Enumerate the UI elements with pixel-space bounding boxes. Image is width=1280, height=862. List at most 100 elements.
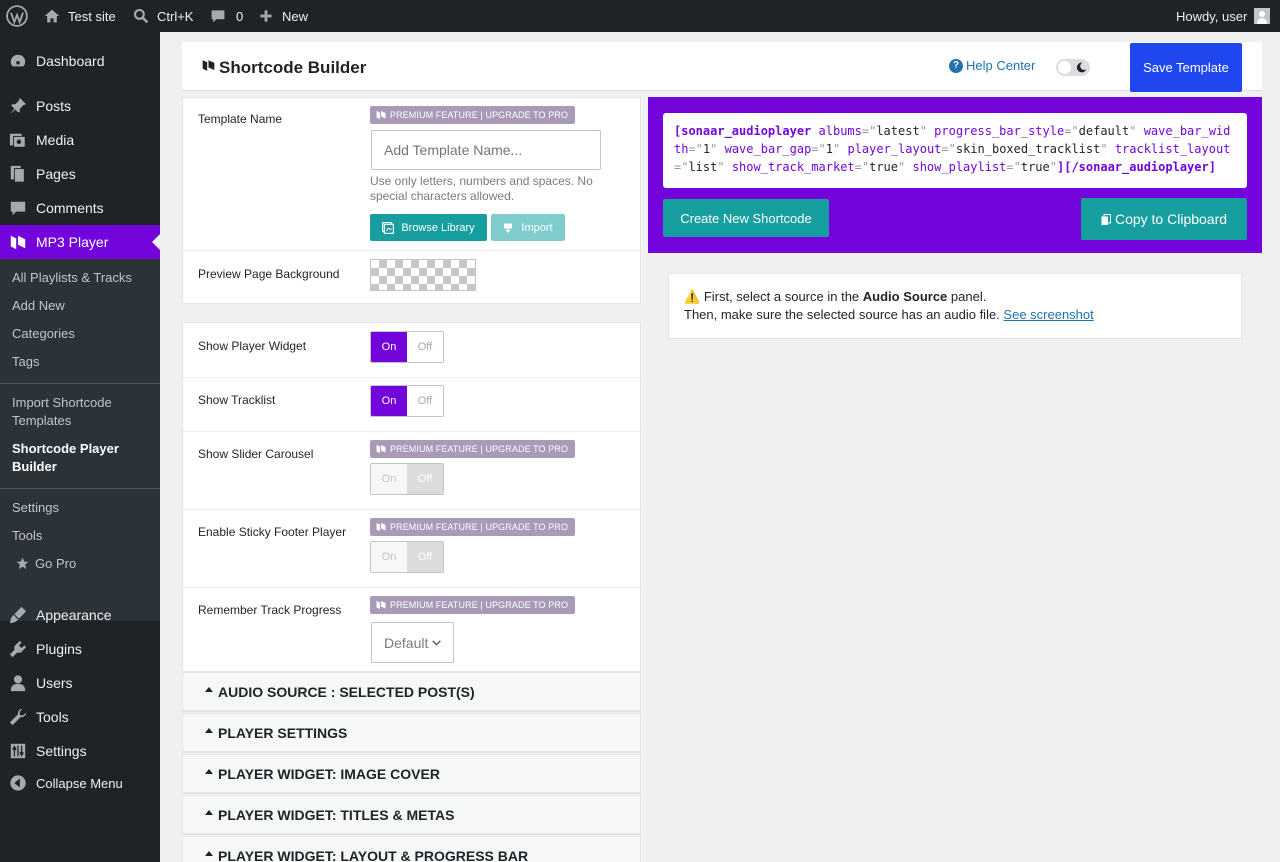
accordion-image-cover[interactable]: PLAYER WIDGET: IMAGE COVER: [182, 754, 641, 794]
caret-up-icon: [205, 728, 213, 733]
sidebar-item-label: MP3 Player: [36, 234, 109, 250]
accordion-player-settings[interactable]: PLAYER SETTINGS: [182, 713, 641, 753]
copy-to-clipboard-button[interactable]: Copy to Clipboard: [1081, 198, 1247, 240]
wordpress-logo-icon[interactable]: [6, 0, 28, 32]
submenu-tags[interactable]: Tags: [12, 353, 152, 371]
toggle-off[interactable]: Off: [407, 542, 443, 572]
toggle-off[interactable]: Off: [407, 386, 443, 416]
row-divider: [183, 509, 641, 510]
shortcode-attr-value: default: [1078, 124, 1130, 138]
accordion-layout-progress[interactable]: PLAYER WIDGET: LAYOUT & PROGRESS BAR: [182, 836, 641, 862]
collapse-icon: [9, 774, 27, 792]
template-name-input[interactable]: [371, 130, 601, 170]
accordion-titles-metas[interactable]: PLAYER WIDGET: TITLES & METAS: [182, 795, 641, 835]
sidebar-item-label: Posts: [36, 98, 72, 114]
submenu-shortcode-builder[interactable]: Shortcode Player Builder: [12, 440, 132, 476]
sonaar-logo-icon: [376, 111, 386, 119]
toggle-on[interactable]: On: [371, 332, 407, 362]
shortcode-quote: =": [1006, 160, 1021, 174]
shortcode-attr-name: show_track_market: [731, 160, 855, 174]
accordion-audio-source[interactable]: AUDIO SOURCE : SELECTED POST(S): [182, 672, 641, 712]
my-account[interactable]: Howdy, user: [1176, 0, 1271, 32]
admin-bar: Test site Ctrl+K 0 New Howdy, user: [0, 0, 1280, 32]
shortcode-attr-value: latest: [876, 124, 920, 138]
sidebar-item-tools[interactable]: Tools: [0, 700, 160, 734]
submenu-tools[interactable]: Tools: [12, 527, 152, 545]
accordion-title: PLAYER WIDGET: TITLES & METAS: [218, 806, 455, 823]
new-content-link[interactable]: New: [259, 0, 308, 32]
premium-badge[interactable]: PREMIUM FEATURE | UPGRADE TO PRO: [370, 106, 576, 124]
show-slider-carousel-toggle[interactable]: On Off: [370, 463, 444, 495]
browse-library-button[interactable]: Browse Library: [370, 214, 487, 241]
shortcode-quote: ": [919, 124, 927, 138]
sidebar-item-posts[interactable]: Posts: [0, 89, 160, 123]
background-color-picker[interactable]: [370, 259, 476, 291]
search-shortcut-label: Ctrl+K: [157, 8, 194, 24]
new-label: New: [282, 8, 309, 24]
sidebar-item-comments[interactable]: Comments: [0, 191, 160, 225]
comments-count: 0: [236, 8, 244, 24]
preview-bg-label: Preview Page Background: [198, 267, 340, 281]
submenu-all-playlists[interactable]: All Playlists & Tracks: [12, 269, 152, 287]
sonaar-logo-icon: [202, 60, 215, 71]
premium-badge[interactable]: PREMIUM FEATURE | UPGRADE TO PRO: [370, 596, 576, 614]
see-screenshot-link[interactable]: See screenshot: [1003, 307, 1093, 322]
sidebar-item-users[interactable]: Users: [0, 666, 160, 700]
toggle-on[interactable]: On: [371, 542, 407, 572]
comments-link[interactable]: 0: [210, 0, 243, 32]
sidebar-item-plugins[interactable]: Plugins: [0, 632, 160, 666]
sidebar-item-settings[interactable]: Settings: [0, 734, 160, 768]
sonaar-logo-icon: [376, 523, 386, 531]
sidebar-item-mp3-player[interactable]: MP3 Player: [0, 225, 160, 259]
sidebar-item-dashboard[interactable]: Dashboard: [0, 44, 160, 78]
toggle-off[interactable]: Off: [407, 464, 443, 494]
shortcode-tag-open: [sonaar_audioplayer: [674, 124, 812, 138]
import-button[interactable]: Import: [491, 214, 565, 241]
shortcode-attr-name: tracklist_layout: [1114, 142, 1231, 156]
show-player-widget-toggle[interactable]: On Off: [370, 331, 444, 363]
sidebar-item-pages[interactable]: Pages: [0, 157, 160, 191]
toggle-off[interactable]: Off: [407, 332, 443, 362]
submenu-import-templates[interactable]: Import Shortcode Templates: [12, 394, 132, 430]
sticky-footer-toggle[interactable]: On Off: [370, 541, 444, 573]
caret-up-icon: [205, 851, 213, 856]
shortcode-text[interactable]: [sonaar_audioplayer albums="latest" prog…: [663, 113, 1247, 188]
library-icon: [382, 221, 395, 234]
sidebar-item-label: Settings: [36, 743, 87, 759]
brush-icon: [9, 606, 27, 624]
shortcode-attr-name: albums: [818, 124, 862, 138]
site-name-link[interactable]: Test site: [44, 0, 116, 32]
sidebar-item-label: Comments: [36, 200, 104, 216]
submenu-go-pro[interactable]: Go Pro: [12, 555, 152, 573]
caret-up-icon: [205, 810, 213, 815]
shortcode-quote: ": [1100, 142, 1108, 156]
mp3-player-icon: [9, 233, 27, 251]
toggle-on[interactable]: On: [371, 386, 407, 416]
shortcode-attr-name: player_layout: [847, 142, 942, 156]
help-center-link[interactable]: ? Help Center: [949, 58, 1035, 73]
accordion-title: PLAYER WIDGET: IMAGE COVER: [218, 765, 440, 782]
create-new-shortcode-button[interactable]: Create New Shortcode: [663, 199, 829, 237]
submenu-categories[interactable]: Categories: [12, 325, 152, 343]
collapse-menu-button[interactable]: Collapse Menu: [0, 766, 160, 800]
premium-badge[interactable]: PREMIUM FEATURE | UPGRADE TO PRO: [370, 440, 576, 458]
remember-progress-select[interactable]: Default: [371, 622, 454, 663]
wrench-icon: [9, 708, 27, 726]
template-name-hint: Use only letters, numbers and spaces. No…: [370, 174, 593, 203]
shortcode-attr-value: list: [688, 160, 718, 174]
shortcode-quote: ": [717, 160, 725, 174]
submenu-add-new[interactable]: Add New: [12, 297, 152, 315]
toggle-on[interactable]: On: [371, 464, 407, 494]
sidebar-item-media[interactable]: Media: [0, 123, 160, 157]
shortcode-quote: ": [1049, 160, 1057, 174]
save-template-button[interactable]: Save Template: [1130, 43, 1242, 92]
shortcode-quote: ": [1129, 124, 1137, 138]
show-tracklist-toggle[interactable]: On Off: [370, 385, 444, 417]
shortcode-attr-value: 1: [825, 142, 833, 156]
sidebar-item-label: Appearance: [36, 607, 112, 623]
submenu-settings[interactable]: Settings: [12, 499, 152, 517]
sidebar-item-appearance[interactable]: Appearance: [0, 598, 160, 632]
search-shortcut[interactable]: Ctrl+K: [133, 0, 193, 32]
premium-badge[interactable]: PREMIUM FEATURE | UPGRADE TO PRO: [370, 518, 576, 536]
dark-mode-toggle[interactable]: [1056, 59, 1090, 76]
